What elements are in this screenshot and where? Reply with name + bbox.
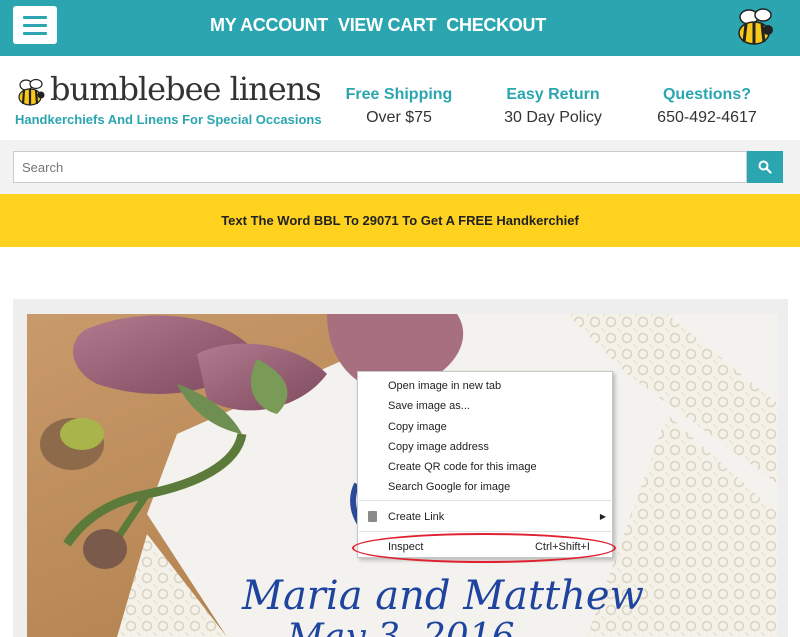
top-nav-bar: MY ACCOUNT VIEW CART CHECKOUT	[0, 0, 800, 56]
hamburger-menu-icon	[23, 15, 47, 19]
inspect-highlight-ring	[352, 533, 616, 563]
menu-item-search-google-image[interactable]: Search Google for image	[358, 477, 612, 497]
view-cart-link[interactable]: VIEW CART	[338, 15, 437, 36]
my-account-link[interactable]: MY ACCOUNT	[210, 15, 328, 36]
submenu-arrow-icon: ▶	[599, 512, 606, 521]
menu-item-save-image-as[interactable]: Save image as...	[358, 396, 612, 416]
hamburger-menu-button[interactable]	[13, 6, 57, 44]
menu-item-open-image-new-tab[interactable]: Open image in new tab	[358, 376, 612, 396]
embroidery-names: Maria and Matthew	[241, 573, 644, 619]
promo-banner[interactable]: Text The Word BBL To 29071 To Get A FREE…	[0, 194, 800, 247]
top-nav-links: MY ACCOUNT VIEW CART CHECKOUT	[210, 15, 546, 36]
embroidery-date: May 3, 2016	[286, 617, 515, 637]
menu-separator	[359, 531, 611, 532]
context-menu: Open image in new tab Save image as... C…	[357, 371, 613, 558]
easy-return-info: Easy Return 30 Day Policy	[504, 86, 602, 126]
search-icon	[758, 160, 772, 174]
free-shipping-info: Free Shipping Over $75	[345, 86, 453, 126]
search-input[interactable]	[13, 151, 747, 183]
phone-number[interactable]: 650-492-4617	[644, 109, 770, 127]
menu-item-copy-image-address[interactable]: Copy image address	[358, 437, 612, 457]
logo-tagline: Handkerchiefs And Linens For Special Occ…	[15, 112, 322, 127]
bee-mascot-icon[interactable]	[732, 4, 778, 50]
logo-wordmark: bumblebee linens	[50, 70, 322, 108]
bee-logo-icon	[18, 78, 45, 106]
site-header: bumblebee linens Handkerchiefs And Linen…	[0, 56, 800, 140]
promo-text: Text The Word BBL To 29071 To Get A FREE…	[221, 213, 579, 228]
checkout-link[interactable]: CHECKOUT	[446, 15, 546, 36]
create-link-icon	[368, 511, 377, 522]
questions-info: Questions? 650-492-4617	[644, 86, 770, 127]
menu-item-copy-image[interactable]: Copy image	[358, 417, 612, 437]
search-bar	[0, 140, 800, 194]
menu-separator	[359, 500, 611, 501]
search-button[interactable]	[747, 151, 783, 183]
menu-item-create-qr-code[interactable]: Create QR code for this image	[358, 457, 612, 477]
menu-item-create-link[interactable]: Create Link ▶	[358, 507, 612, 527]
site-logo[interactable]: bumblebee linens Handkerchiefs And Linen…	[14, 70, 322, 134]
